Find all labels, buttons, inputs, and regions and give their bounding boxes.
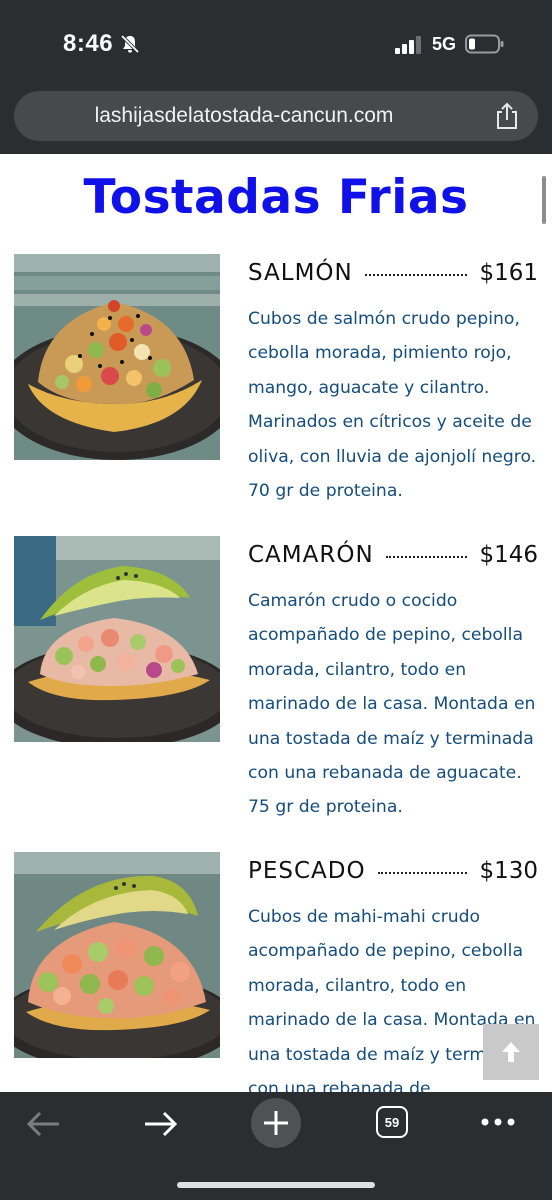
web-page: Tostadas Frias SALMÓN $161 Cubos de salm… bbox=[0, 154, 552, 1092]
dish-price: $130 bbox=[479, 858, 538, 884]
dish-price: $161 bbox=[479, 260, 538, 286]
scroll-to-top-button[interactable] bbox=[483, 1024, 539, 1080]
dish-name: PESCADO bbox=[248, 858, 366, 884]
status-bar: 8:46 5G bbox=[0, 0, 552, 88]
address-bar[interactable]: lashijasdelatostada-cancun.com bbox=[14, 91, 538, 141]
url-text[interactable]: lashijasdelatostada-cancun.com bbox=[14, 104, 474, 128]
new-tab-button[interactable] bbox=[251, 1098, 301, 1148]
share-icon[interactable] bbox=[494, 102, 520, 130]
dotted-leader bbox=[377, 872, 468, 874]
battery-icon bbox=[465, 34, 504, 54]
tab-count: 59 bbox=[384, 1114, 400, 1130]
dotted-leader bbox=[364, 274, 468, 276]
scroll-indicator bbox=[542, 176, 546, 224]
tabs-icon[interactable]: 59 bbox=[376, 1106, 408, 1138]
status-time: 8:46 bbox=[63, 30, 114, 57]
dish-description: Camarón crudo o cocido acompañado de pep… bbox=[248, 591, 536, 818]
forward-arrow-icon[interactable] bbox=[142, 1110, 178, 1138]
arrow-up-icon bbox=[502, 1042, 520, 1062]
dish-photo-shrimp bbox=[14, 536, 220, 742]
dish-photo-salmon bbox=[14, 254, 220, 460]
network-label: 5G bbox=[432, 34, 457, 54]
new-tab-icon bbox=[264, 1111, 288, 1135]
signal-icon bbox=[395, 36, 421, 54]
dish-header: PESCADO $130 bbox=[248, 854, 538, 888]
dish-price: $146 bbox=[479, 542, 538, 568]
home-indicator bbox=[177, 1182, 375, 1188]
bell-slash-icon bbox=[120, 34, 140, 54]
dish-description: Cubos de salmón crudo pepino, cebolla mo… bbox=[248, 309, 537, 502]
dish-name: SALMÓN bbox=[248, 260, 353, 286]
browser-toolbar: 59 bbox=[0, 1092, 552, 1200]
dish-header: SALMÓN $161 bbox=[248, 256, 538, 290]
dish-header: CAMARÓN $146 bbox=[248, 538, 538, 572]
address-bar-area: lashijasdelatostada-cancun.com bbox=[0, 88, 552, 154]
more-icon[interactable] bbox=[480, 1116, 516, 1128]
dotted-leader bbox=[385, 556, 468, 558]
back-arrow-icon[interactable] bbox=[26, 1110, 62, 1138]
dish-name: CAMARÓN bbox=[248, 542, 374, 568]
dish-photo-fish bbox=[14, 852, 220, 1058]
page-title: Tostadas Frias bbox=[83, 170, 469, 225]
